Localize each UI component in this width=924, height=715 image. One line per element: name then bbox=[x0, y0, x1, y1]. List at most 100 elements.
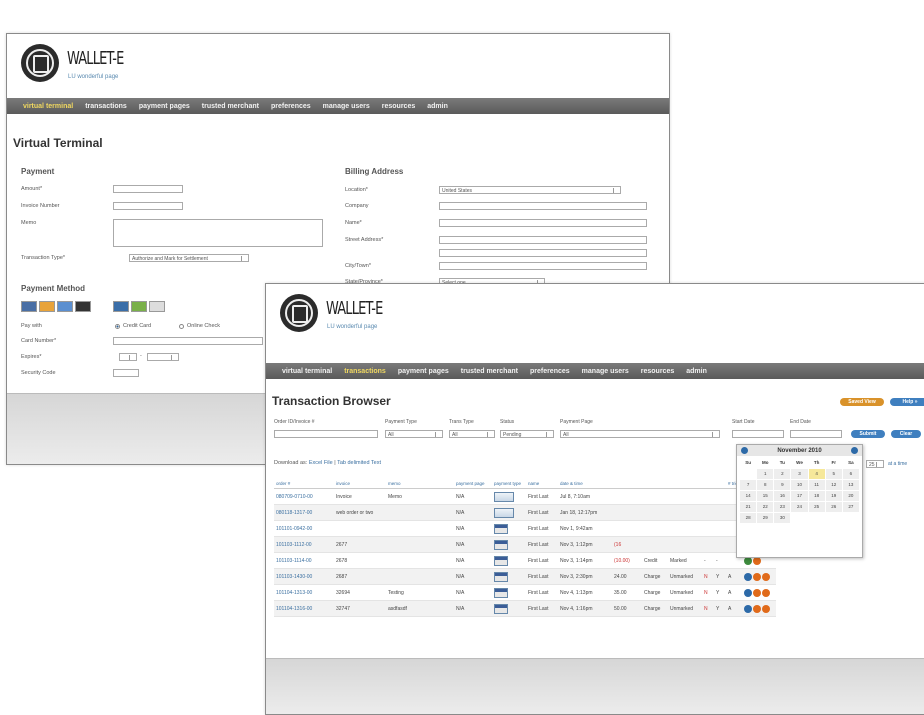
column-header[interactable]: payment type bbox=[492, 479, 526, 489]
nav-transactions[interactable]: transactions bbox=[79, 103, 133, 110]
wallet-logo-icon[interactable] bbox=[21, 44, 59, 82]
action-icon[interactable] bbox=[753, 572, 762, 581]
amount-input[interactable] bbox=[113, 185, 183, 193]
order-link[interactable]: 080118-1317-00 bbox=[274, 504, 334, 521]
day-cell[interactable]: 5 bbox=[825, 469, 842, 479]
day-cell[interactable]: 28 bbox=[740, 513, 757, 523]
nav-trusted-merchant[interactable]: trusted merchant bbox=[196, 103, 265, 110]
payment-page-select[interactable]: All bbox=[560, 430, 720, 438]
status-select[interactable]: Pending bbox=[500, 430, 554, 438]
clear-button[interactable]: Clear bbox=[891, 430, 921, 438]
day-cell[interactable]: 6 bbox=[842, 469, 859, 479]
action-icon[interactable] bbox=[753, 588, 762, 597]
order-link[interactable]: 080709-0710-00 bbox=[274, 488, 334, 505]
day-cell[interactable]: 29 bbox=[757, 513, 774, 523]
city-input[interactable] bbox=[439, 262, 647, 270]
expires-month-select[interactable] bbox=[119, 353, 137, 361]
column-header[interactable] bbox=[714, 479, 726, 489]
day-cell[interactable]: 14 bbox=[740, 491, 757, 501]
online-check-radio[interactable] bbox=[179, 324, 184, 329]
column-header[interactable]: payment page bbox=[454, 479, 492, 489]
column-header[interactable] bbox=[612, 479, 642, 489]
saved-views-button[interactable]: Saved View bbox=[840, 398, 884, 406]
day-cell[interactable]: 1 bbox=[757, 469, 774, 479]
nav-payment-pages[interactable]: payment pages bbox=[392, 368, 455, 375]
table-row[interactable]: 101103-1112-00 2677 N/A First Last Nov 3, 1:… bbox=[274, 536, 777, 553]
day-cell[interactable]: 26 bbox=[825, 502, 842, 512]
nav-resources[interactable]: resources bbox=[376, 103, 421, 110]
nav-payment-pages[interactable]: payment pages bbox=[133, 103, 196, 110]
day-cell[interactable]: 24 bbox=[791, 502, 808, 512]
day-cell[interactable]: 19 bbox=[825, 491, 842, 501]
end-date-input[interactable] bbox=[790, 430, 842, 438]
payment-type-select[interactable]: All bbox=[385, 430, 443, 438]
action-icon[interactable] bbox=[762, 588, 771, 597]
table-row[interactable]: 101103-1430-00 2687 N/A First Last Nov 3, 2:… bbox=[274, 568, 777, 585]
next-month-icon[interactable] bbox=[851, 447, 858, 454]
day-cell[interactable]: 15 bbox=[757, 491, 774, 501]
credit-card-radio[interactable] bbox=[115, 324, 120, 329]
company-input[interactable] bbox=[439, 202, 647, 210]
day-cell[interactable]: 8 bbox=[757, 480, 774, 490]
tab-delimited-download-link[interactable]: Tab delimited Text bbox=[337, 460, 381, 466]
excel-download-link[interactable]: Excel File bbox=[309, 460, 333, 466]
day-cell[interactable]: 4 bbox=[808, 469, 825, 479]
submit-button[interactable]: Submit bbox=[851, 430, 885, 438]
table-row[interactable]: 080709-0710-00 Invoice Memo N/A First Last Ju… bbox=[274, 488, 777, 505]
order-link[interactable]: 101103-1430-00 bbox=[274, 568, 334, 585]
day-cell[interactable]: 30 bbox=[774, 513, 791, 523]
transaction-type-select[interactable]: Authorize and Mark for Settlement bbox=[129, 254, 249, 262]
order-link[interactable]: 101101-0942-00 bbox=[274, 520, 334, 537]
day-cell[interactable]: 10 bbox=[791, 480, 808, 490]
day-cell[interactable]: 18 bbox=[808, 491, 825, 501]
column-header[interactable]: name bbox=[526, 479, 558, 489]
day-cell[interactable]: 16 bbox=[774, 491, 791, 501]
order-link[interactable]: 101103-1114-00 bbox=[274, 552, 334, 569]
prev-month-icon[interactable] bbox=[741, 447, 748, 454]
start-date-input[interactable] bbox=[732, 430, 784, 438]
security-code-input[interactable] bbox=[113, 369, 139, 377]
name-input[interactable] bbox=[439, 219, 647, 227]
day-cell[interactable]: 9 bbox=[774, 480, 791, 490]
wallet-logo-icon[interactable] bbox=[280, 294, 318, 332]
order-link[interactable]: 101104-1313-00 bbox=[274, 584, 334, 601]
help-button[interactable]: Help » bbox=[890, 398, 924, 406]
location-select[interactable]: United States bbox=[439, 186, 621, 194]
table-row[interactable]: 101103-1114-00 2678 N/A First Last Nov 3, 1:… bbox=[274, 552, 777, 569]
nav-virtual-terminal[interactable]: virtual terminal bbox=[276, 368, 338, 375]
memo-textarea[interactable] bbox=[113, 219, 323, 247]
day-cell[interactable]: 23 bbox=[774, 502, 791, 512]
column-header[interactable]: memo bbox=[386, 479, 454, 489]
table-row[interactable]: 101104-1313-00 32694 Testing N/A First Last N… bbox=[274, 584, 777, 601]
street-address-line2-input[interactable] bbox=[439, 249, 647, 257]
day-cell[interactable]: 22 bbox=[757, 502, 774, 512]
day-cell[interactable]: 25 bbox=[808, 502, 825, 512]
day-cell[interactable]: 20 bbox=[842, 491, 859, 501]
nav-admin[interactable]: admin bbox=[680, 368, 713, 375]
nav-manage-users[interactable]: manage users bbox=[317, 103, 376, 110]
nav-resources[interactable]: resources bbox=[635, 368, 680, 375]
view-details-icon[interactable] bbox=[744, 588, 753, 597]
column-header[interactable]: date & time bbox=[558, 479, 612, 489]
table-row[interactable]: 101104-1316-00 32747 asdfasdf N/A First Last… bbox=[274, 600, 777, 617]
nav-manage-users[interactable]: manage users bbox=[576, 368, 635, 375]
invoice-number-input[interactable] bbox=[113, 202, 183, 210]
nav-admin[interactable]: admin bbox=[421, 103, 454, 110]
action-icon[interactable] bbox=[762, 604, 771, 613]
column-header[interactable] bbox=[642, 479, 668, 489]
nav-preferences[interactable]: preferences bbox=[265, 103, 317, 110]
column-header[interactable] bbox=[668, 479, 702, 489]
view-details-icon[interactable] bbox=[744, 572, 753, 581]
day-cell[interactable]: 2 bbox=[774, 469, 791, 479]
day-cell[interactable]: 27 bbox=[842, 502, 859, 512]
nav-virtual-terminal[interactable]: virtual terminal bbox=[17, 103, 79, 110]
day-cell[interactable]: 17 bbox=[791, 491, 808, 501]
trans-type-select[interactable]: All bbox=[449, 430, 495, 438]
per-page-select[interactable]: 25 bbox=[866, 460, 884, 468]
action-icon[interactable] bbox=[762, 572, 771, 581]
table-row[interactable]: 080118-1317-00 web order or two N/A First L… bbox=[274, 504, 777, 521]
expires-year-select[interactable] bbox=[147, 353, 179, 361]
street-address-input[interactable] bbox=[439, 236, 647, 244]
order-id-input[interactable] bbox=[274, 430, 378, 438]
day-cell[interactable]: 21 bbox=[740, 502, 757, 512]
